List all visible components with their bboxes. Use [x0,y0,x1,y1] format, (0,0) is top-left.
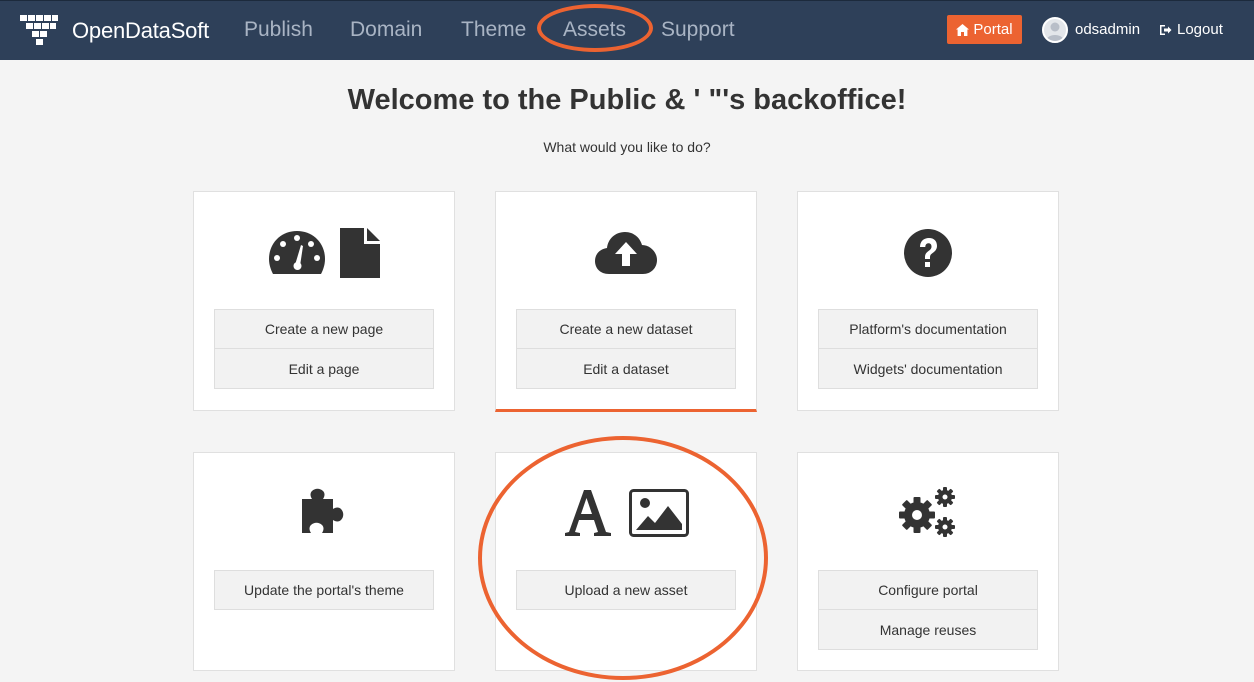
update-theme-button[interactable]: Update the portal's theme [214,570,434,610]
cloud-upload-icon [595,232,657,274]
question-circle-icon [904,229,952,277]
page-subtitle: What would you like to do? [543,139,711,155]
create-dataset-button[interactable]: Create a new dataset [516,309,736,349]
opendatasoft-logo-icon[interactable] [20,13,58,49]
documentation-card: Platform's documentation Widgets' docume… [797,191,1059,411]
edit-page-button[interactable]: Edit a page [214,349,434,389]
create-page-button[interactable]: Create a new page [214,309,434,349]
file-icon [340,228,380,278]
logout-label: Logout [1177,21,1223,38]
picture-icon [629,489,689,537]
nav-assets[interactable]: Assets [563,18,626,42]
pages-card: Create a new page Edit a page [193,191,455,411]
theme-card: Update the portal's theme [193,452,455,671]
avatar[interactable] [1042,17,1068,43]
logout-link[interactable]: Logout [1159,21,1223,38]
top-navbar: OpenDataSoft Publish Domain Theme Assets… [0,0,1254,60]
page-title: Welcome to the Public & ' "'s backoffice… [347,84,907,116]
username[interactable]: odsadmin [1075,21,1140,38]
nav-theme[interactable]: Theme [461,18,526,42]
widgets-docs-button[interactable]: Widgets' documentation [818,349,1038,389]
brand-name[interactable]: OpenDataSoft [72,18,209,44]
portal-button[interactable]: Portal [947,15,1022,44]
dashboard-icon [269,231,325,274]
nav-domain[interactable]: Domain [350,18,422,42]
configure-portal-button[interactable]: Configure portal [818,570,1038,610]
portal-label: Portal [973,21,1013,38]
configuration-card: Configure portal Manage reuses [797,452,1059,671]
platform-docs-button[interactable]: Platform's documentation [818,309,1038,349]
edit-dataset-button[interactable]: Edit a dataset [516,349,736,389]
user-avatar-icon [1046,22,1064,41]
home-icon [956,23,970,36]
upload-asset-button[interactable]: Upload a new asset [516,570,736,610]
datasets-card: Create a new dataset Edit a dataset [495,191,757,412]
nav-support[interactable]: Support [661,18,735,42]
nav-publish[interactable]: Publish [244,18,313,42]
puzzle-icon [302,488,344,533]
assets-card: Upload a new asset [495,452,757,671]
sign-out-icon [1160,24,1172,35]
gears-icon [899,487,955,537]
manage-reuses-button[interactable]: Manage reuses [818,610,1038,650]
font-icon [565,490,611,536]
